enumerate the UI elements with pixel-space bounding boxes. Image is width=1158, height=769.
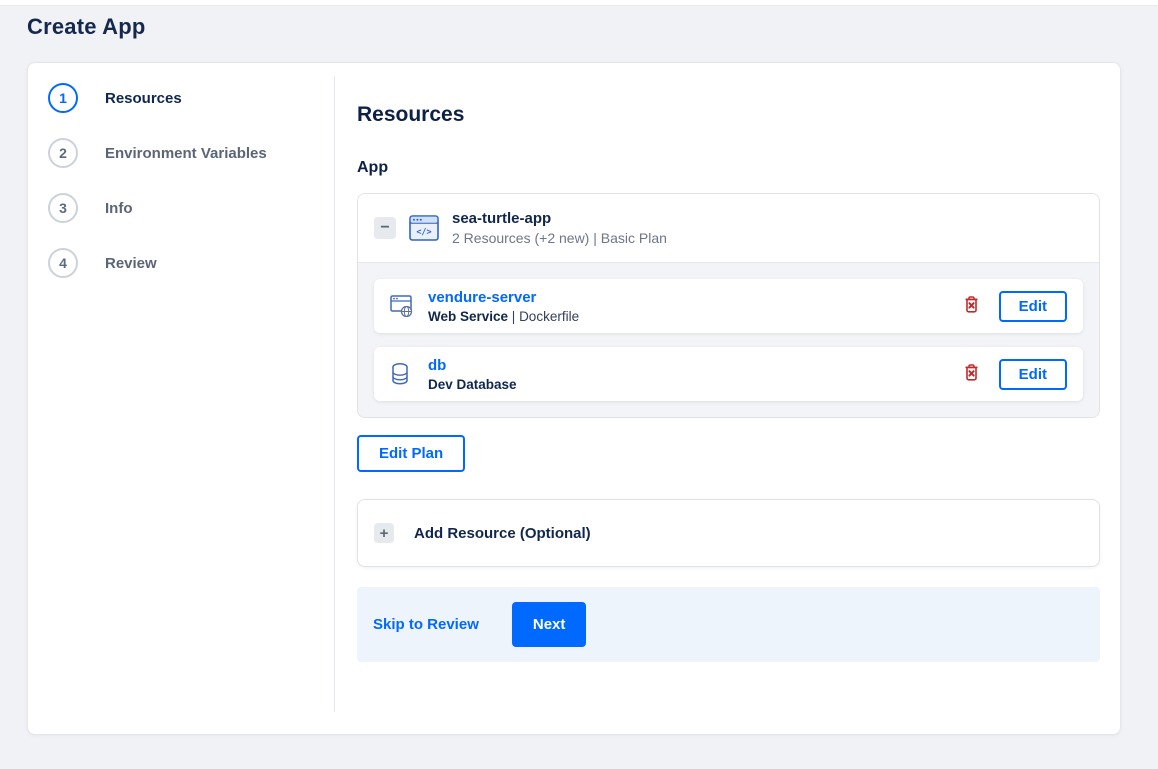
plus-icon[interactable]: + [374,523,394,543]
resource-detail: Dockerfile [519,308,580,324]
app-group-header: − </> sea-turtle-app 2 Resources (+2 new… [358,194,1099,262]
app-window-code-icon: </> [409,215,439,241]
page-title: Create App [27,14,146,39]
trash-icon [964,296,979,316]
resource-name-link[interactable]: db [428,357,446,374]
edit-resource-button[interactable]: Edit [998,290,1067,322]
resource-name-link[interactable]: vendure-server [428,289,536,306]
resource-row: vendure-server Web Service | Dockerfile [374,279,1083,333]
step-environment-variables[interactable]: 2 Environment Variables [48,138,334,168]
next-button[interactable]: Next [511,602,587,647]
step-number-badge: 4 [48,248,78,278]
edit-resource-button[interactable]: Edit [998,358,1067,390]
step-resources[interactable]: 1 Resources [48,83,334,113]
wizard-stepper: 1 Resources 2 Environment Variables 3 In… [28,63,334,734]
database-icon [390,362,414,386]
resource-type: Dev Database [428,376,517,392]
app-title-block: sea-turtle-app 2 Resources (+2 new) | Ba… [452,210,667,246]
resource-subtitle: Web Service | Dockerfile [428,309,960,324]
resource-text: db Dev Database [428,357,960,392]
edit-plan-button[interactable]: Edit Plan [357,435,466,472]
resource-separator: | [508,308,520,324]
web-service-icon [390,294,414,318]
add-resource-expander[interactable]: + Add Resource (Optional) [357,499,1100,567]
app-name: sea-turtle-app [452,210,552,227]
step-label: Resources [105,89,182,107]
trash-icon [964,364,979,384]
skip-to-review-link[interactable]: Skip to Review [373,616,479,633]
add-resource-label: Add Resource (Optional) [414,524,591,542]
step-info[interactable]: 3 Info [48,193,334,223]
svg-text:</>: </> [416,228,431,238]
create-app-page: Create App 1 Resources 2 Environment Var… [0,0,1158,769]
app-section-label: App [357,159,389,176]
app-summary: 2 Resources (+2 new) | Basic Plan [452,230,667,246]
resource-type: Web Service [428,308,509,324]
step-label: Environment Variables [105,144,267,162]
step-label: Info [105,199,133,217]
step-heading: Resources [357,103,465,126]
step-review[interactable]: 4 Review [48,248,334,278]
resource-row: db Dev Database Edit [374,347,1083,401]
top-strip [0,0,1158,6]
step-number-badge: 3 [48,193,78,223]
app-resources-panel: vendure-server Web Service | Dockerfile [358,262,1099,417]
delete-resource-button[interactable] [960,360,983,388]
collapse-button[interactable]: − [374,217,396,239]
step-number-badge: 2 [48,138,78,168]
app-group-card: − </> sea-turtle-app 2 Resources (+2 new… [357,193,1100,418]
resource-text: vendure-server Web Service | Dockerfile [428,289,960,324]
step-number-badge: 1 [48,83,78,113]
wizard-footer: Skip to Review Next [357,587,1100,662]
step-label: Review [105,254,157,272]
resources-step-content: Resources App − </> sea-turtle-app 2 Res… [335,63,1120,734]
resource-subtitle: Dev Database [428,377,960,392]
delete-resource-button[interactable] [960,292,983,320]
wizard-card: 1 Resources 2 Environment Variables 3 In… [27,62,1121,735]
